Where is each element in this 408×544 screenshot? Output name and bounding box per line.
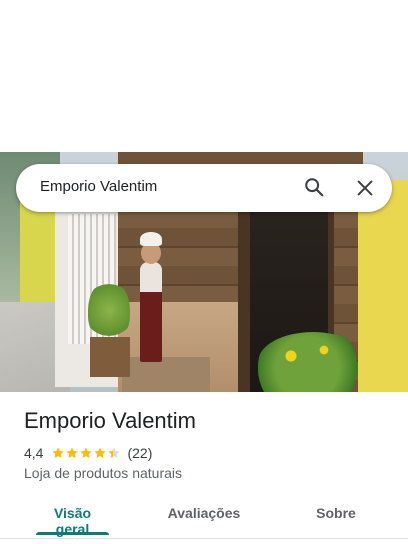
star-icon: [108, 447, 121, 459]
star-icon: [80, 447, 93, 459]
review-count[interactable]: (22): [127, 445, 152, 461]
star-rating: [51, 446, 121, 460]
close-icon[interactable]: [354, 177, 376, 199]
tab-reviews[interactable]: Avaliações: [166, 505, 242, 521]
photo-planter: [90, 337, 130, 377]
rating-row[interactable]: 4,4 (22): [24, 444, 152, 462]
place-tabs: Visão geral Avaliações Sobre: [0, 496, 408, 537]
photo-flower-bush: [258, 332, 368, 392]
star-icon: [52, 447, 65, 459]
search-box[interactable]: Emporio Valentim: [16, 164, 392, 212]
search-icon[interactable]: [303, 176, 325, 198]
photo-chef-statue: [140, 262, 162, 362]
photo-statue-hat: [140, 232, 162, 246]
rating-value: 4,4: [24, 445, 44, 461]
star-icon: [66, 447, 79, 459]
photo-door-frame: [238, 210, 250, 392]
place-category[interactable]: Loja de produtos naturais: [24, 465, 182, 481]
search-input[interactable]: Emporio Valentim: [40, 178, 157, 195]
place-title: Emporio Valentim: [24, 408, 196, 433]
star-icon: [94, 447, 107, 459]
photo-plant: [88, 280, 130, 340]
tabs-divider: [0, 538, 408, 539]
active-tab-indicator: [36, 532, 109, 535]
photo-plinth: [122, 357, 210, 392]
tab-about[interactable]: Sobre: [314, 505, 358, 521]
